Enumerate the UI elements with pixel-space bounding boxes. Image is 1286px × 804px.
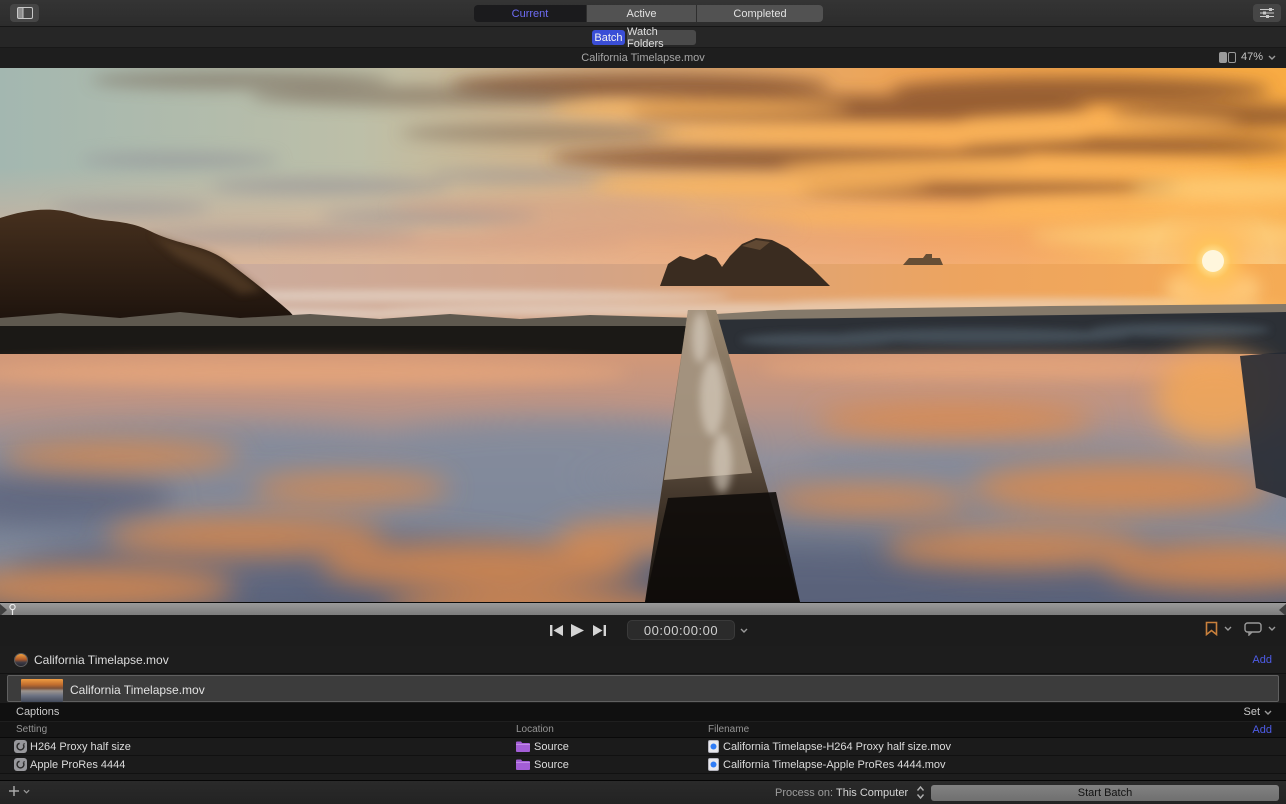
add-job-menu[interactable] (8, 785, 30, 797)
sidebar-toggle-button[interactable] (10, 4, 39, 22)
segment-active[interactable]: Active (587, 5, 697, 22)
set-chevron-down-icon (1264, 710, 1272, 715)
preview-image (0, 68, 1286, 602)
process-on-value[interactable]: This Computer (836, 787, 908, 799)
stepper-up-down-icon[interactable] (916, 785, 925, 800)
skip-forward-icon (593, 625, 606, 636)
output-add-button[interactable]: Add (1252, 724, 1272, 736)
zoom-level-value: 47% (1241, 51, 1263, 63)
column-header-setting: Setting (16, 724, 47, 735)
process-on-label: Process on: (775, 787, 833, 799)
output-setting: H264 Proxy half size (30, 741, 131, 753)
play-button[interactable] (567, 621, 587, 639)
inspector-sliders-icon (1260, 7, 1274, 19)
play-icon (571, 624, 584, 637)
compare-view-icon (1219, 52, 1236, 63)
preview-title-row: California Timelapse.mov 47% (0, 48, 1286, 68)
previous-frame-button[interactable] (546, 621, 566, 639)
tab-row: Batch Watch Folders (0, 27, 1286, 48)
output-row[interactable]: H264 Proxy half size Source California T… (0, 738, 1286, 756)
timecode-chevron-down-icon[interactable] (740, 628, 748, 633)
skip-back-icon (550, 625, 563, 636)
compressor-window: Current Active Completed Batch Watch Fol… (0, 0, 1286, 804)
transport-bar: 00:00:00:00 (0, 615, 1286, 646)
output-setting: Apple ProRes 4444 (30, 759, 125, 771)
movie-document-icon (708, 758, 719, 771)
caption-chevron-down-icon[interactable] (1268, 626, 1276, 631)
add-chevron-down-icon (23, 789, 30, 794)
column-header-filename: Filename (708, 724, 749, 735)
setting-icon (14, 740, 27, 753)
sidebar-toggle-icon (17, 7, 33, 19)
folder-icon (516, 741, 530, 752)
preview-title: California Timelapse.mov (0, 52, 1286, 64)
inspector-toggle-button[interactable] (1253, 4, 1281, 22)
chevron-down-icon (1268, 55, 1276, 60)
marker-controls (1205, 621, 1276, 636)
batch-job-row[interactable]: California Timelapse.mov Add (0, 646, 1286, 674)
footer-bar: Process on: This Computer Start Batch (0, 780, 1286, 804)
captions-row: Captions Set (0, 703, 1286, 722)
tab-watch-folders[interactable]: Watch Folders (627, 30, 696, 45)
preview-viewport[interactable] (0, 68, 1286, 602)
setting-icon (14, 758, 27, 771)
job-add-button[interactable]: Add (1252, 654, 1272, 666)
captions-set-label: Set (1243, 706, 1260, 718)
segment-current[interactable]: Current (474, 5, 587, 22)
start-batch-button[interactable]: Start Batch (931, 785, 1279, 801)
column-header-location: Location (516, 724, 554, 735)
zoom-control[interactable]: 47% (1219, 51, 1276, 63)
media-row: California Timelapse.mov (0, 674, 1286, 703)
movie-file-icon (14, 653, 28, 667)
captions-set-dropdown[interactable]: Set (1243, 706, 1272, 718)
outputs-header-row: Setting Location Filename Add (0, 722, 1286, 738)
output-row[interactable]: Apple ProRes 4444 Source California Time… (0, 756, 1286, 774)
segment-completed[interactable]: Completed (697, 5, 823, 22)
caption-bubble-icon[interactable] (1244, 622, 1262, 636)
movie-document-icon (708, 740, 719, 753)
marker-chevron-down-icon[interactable] (1224, 626, 1232, 631)
next-frame-button[interactable] (589, 621, 609, 639)
job-title: California Timelapse.mov (34, 653, 169, 667)
playhead-pin-icon[interactable] (9, 604, 16, 615)
captions-label: Captions (16, 706, 59, 718)
output-location: Source (534, 759, 569, 771)
media-thumbnail (21, 679, 63, 702)
output-filename: California Timelapse-H264 Proxy half siz… (723, 741, 951, 753)
timeline-scrubber[interactable] (0, 602, 1286, 615)
media-title: California Timelapse.mov (70, 683, 205, 697)
bookmark-marker-icon[interactable] (1205, 621, 1218, 636)
output-location: Source (534, 741, 569, 753)
view-segmented-control: Current Active Completed (474, 5, 823, 22)
plus-icon (8, 785, 20, 797)
toolbar: Current Active Completed (0, 0, 1286, 27)
selected-media-item[interactable]: California Timelapse.mov (7, 675, 1279, 702)
timecode-display[interactable]: 00:00:00:00 (627, 620, 735, 640)
tab-batch[interactable]: Batch (592, 30, 625, 45)
output-filename: California Timelapse-Apple ProRes 4444.m… (723, 759, 946, 771)
folder-icon (516, 759, 530, 770)
